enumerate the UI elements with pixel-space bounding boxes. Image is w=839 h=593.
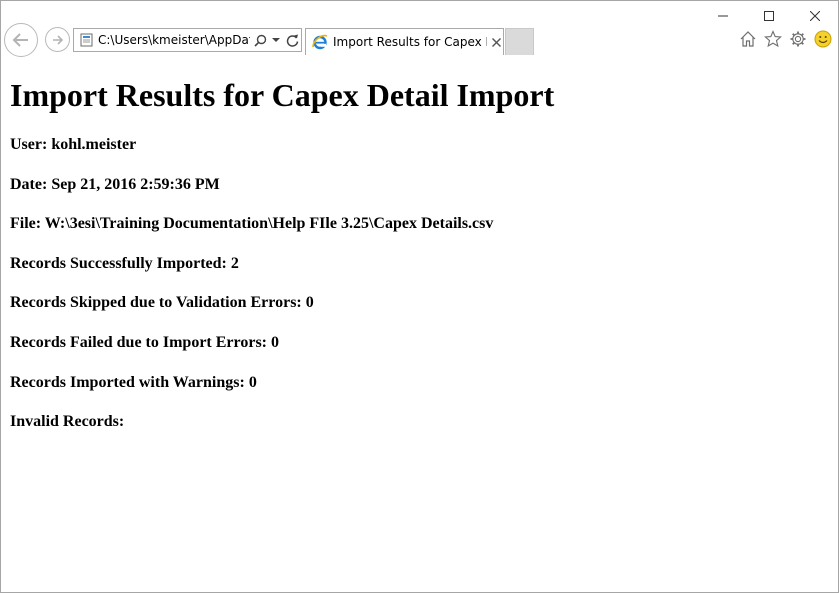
ie-logo-icon [312,34,328,50]
chevron-down-icon [272,38,280,42]
tab-title: Import Results for Capex De... [333,35,487,49]
back-arrow-icon [12,33,28,47]
maximize-button[interactable] [746,1,792,31]
page-content: Import Results for Capex Detail Import U… [10,77,830,452]
close-window-button[interactable] [792,1,838,31]
new-tab-button[interactable] [505,28,534,55]
user-line: User: kohl.meister [10,136,137,153]
address-bar[interactable]: C:\Users\kmeister\AppData\ [73,28,302,52]
success-count-line: Records Successfully Imported: 2 [10,254,239,272]
home-icon [740,30,755,47]
close-icon [810,11,820,21]
feedback-button[interactable] [813,29,832,48]
gear-icon [790,31,805,46]
minimize-button[interactable] [700,1,746,31]
toolbar-icons [738,29,832,48]
smiley-icon [814,30,831,47]
page-title: Import Results for Capex Detail Import [10,77,555,113]
forward-button[interactable] [45,27,70,52]
window-controls [700,1,838,31]
date-line: Date: Sep 21, 2016 2:59:36 PM [10,175,220,193]
home-button[interactable] [738,29,757,48]
maximize-icon [764,11,774,21]
browser-window: C:\Users\kmeister\AppData\ Import Result… [0,0,839,593]
warnings-count-line: Records Imported with Warnings: 0 [10,373,257,391]
favorites-button[interactable] [763,29,782,48]
close-icon [491,37,501,47]
back-button[interactable] [4,23,38,57]
close-tab-button[interactable] [489,35,503,49]
star-icon [763,29,782,47]
address-bar-icons [252,30,300,50]
refresh-button[interactable] [284,30,300,50]
minimize-icon [718,15,728,17]
skipped-count-line: Records Skipped due to Validation Errors… [10,294,314,312]
settings-button[interactable] [788,29,807,48]
tab-import-results[interactable]: Import Results for Capex De... [305,28,504,55]
search-icon [253,34,266,47]
refresh-icon [286,34,298,47]
browser-chrome: C:\Users\kmeister\AppData\ Import Result… [1,1,838,59]
file-line: File: W:\3esi\Training Documentation\Hel… [10,215,494,233]
failed-count-line: Records Failed due to Import Errors: 0 [10,333,279,351]
invalid-records-heading: Invalid Records: [10,413,125,431]
search-button[interactable] [252,30,268,50]
address-dropdown-button[interactable] [268,30,284,50]
page-icon [79,33,93,47]
address-text[interactable]: C:\Users\kmeister\AppData\ [98,33,250,47]
forward-arrow-icon [52,34,63,45]
